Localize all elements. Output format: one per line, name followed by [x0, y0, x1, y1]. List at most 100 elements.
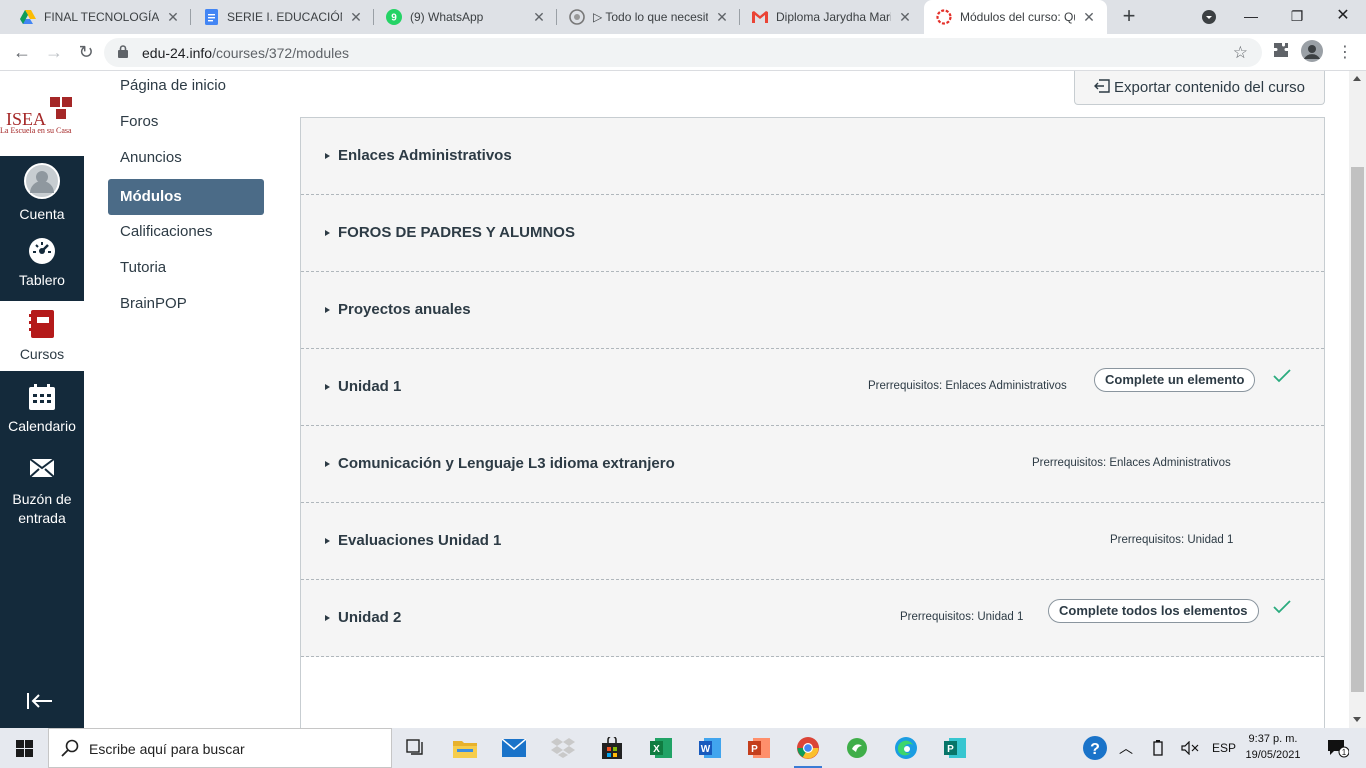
expand-caret-icon: [325, 307, 330, 313]
scroll-down-icon[interactable]: [1353, 717, 1361, 722]
help-icon[interactable]: ?: [1080, 728, 1110, 768]
inbox-icon: [0, 453, 84, 486]
course-navigation: Página de inicio Foros Anuncios Módulos …: [108, 71, 264, 325]
url-text: edu-24.info/courses/372/modules: [142, 45, 350, 61]
taskbar-search-box[interactable]: Escribe aquí para buscar: [48, 728, 392, 768]
browser-tab-active[interactable]: Módulos del curso: Qu ✕: [924, 0, 1107, 34]
tab-title: (9) WhatsApp: [410, 10, 484, 24]
expand-caret-icon: [325, 384, 330, 390]
svg-text:?: ?: [1090, 741, 1100, 758]
course-nav-grades[interactable]: Calificaciones: [108, 217, 264, 253]
close-tab-icon[interactable]: ✕: [897, 9, 913, 26]
browser-tab[interactable]: 9 (9) WhatsApp ✕: [374, 0, 557, 34]
module-title: Unidad 2: [338, 609, 402, 626]
expand-caret-icon: [325, 538, 330, 544]
module-header[interactable]: Unidad 1 Prerrequisitos: Enlaces Adminis…: [301, 349, 1324, 426]
gnav-item-account[interactable]: Cuenta: [0, 163, 84, 225]
course-nav-brainpop[interactable]: BrainPOP: [108, 289, 264, 325]
export-button-label: Exportar contenido del curso: [1114, 79, 1305, 96]
collapse-nav-icon[interactable]: [26, 691, 54, 717]
taskbar-clock[interactable]: 9:37 p. m. 19/05/2021: [1238, 731, 1308, 763]
page-scrollbar[interactable]: [1349, 71, 1366, 728]
course-nav-tutoring[interactable]: Tutoria: [108, 253, 264, 289]
tab-search-icon[interactable]: [1186, 0, 1232, 34]
mail-icon[interactable]: [490, 728, 538, 768]
microsoft-store-icon[interactable]: [588, 728, 636, 768]
tab-title: ▷ Todo lo que necesit: [593, 10, 708, 24]
gnav-item-label: Cursos: [19, 346, 65, 362]
modules-list: Enlaces Administrativos FOROS DE PADRES …: [300, 117, 1325, 728]
publisher-icon[interactable]: P: [931, 728, 979, 768]
maximize-icon[interactable]: ❐: [1274, 0, 1320, 34]
module-header[interactable]: Evaluaciones Unidad 1 Prerrequisitos: Un…: [301, 503, 1324, 580]
chevron-up-icon[interactable]: ︿: [1114, 728, 1138, 768]
scrollbar-thumb[interactable]: [1351, 167, 1364, 692]
new-tab-button[interactable]: +: [1116, 4, 1142, 30]
forward-icon[interactable]: →: [40, 39, 68, 67]
word-icon[interactable]: W: [686, 728, 734, 768]
address-bar[interactable]: edu-24.info/courses/372/modules ☆: [104, 38, 1262, 67]
module-header[interactable]: Enlaces Administrativos: [301, 118, 1324, 195]
gnav-item-calendar[interactable]: Calendario: [0, 383, 84, 445]
close-tab-icon[interactable]: ✕: [531, 9, 547, 26]
extensions-icon[interactable]: [1270, 42, 1292, 64]
close-tab-icon[interactable]: ✕: [714, 9, 730, 26]
notifications-icon[interactable]: 1: [1318, 728, 1358, 768]
module-header[interactable]: FOROS DE PADRES Y ALUMNOS: [301, 195, 1324, 272]
gnav-item-courses[interactable]: Cursos: [0, 301, 84, 371]
close-tab-icon[interactable]: ✕: [1081, 9, 1097, 26]
back-icon[interactable]: ←: [8, 39, 36, 67]
module-header[interactable]: Comunicación y Lenguaje L3 idioma extran…: [301, 426, 1324, 503]
edge-icon[interactable]: [882, 728, 930, 768]
powerpoint-icon[interactable]: P: [735, 728, 783, 768]
browser-tab[interactable]: SERIE I. EDUCACIÓN A ✕: [191, 0, 374, 34]
reload-icon[interactable]: ↻: [72, 39, 100, 67]
browser-tab[interactable]: FINAL TECNOLOGÍA 20 ✕: [8, 0, 191, 34]
minimize-icon[interactable]: —: [1228, 0, 1274, 34]
logo-tagline: La Escuela en su Casa: [0, 126, 72, 135]
browser-toolbar: ← → ↻ edu-24.info/courses/372/modules ☆ …: [0, 34, 1366, 71]
gnav-item-dashboard[interactable]: Tablero: [0, 237, 84, 299]
lock-icon[interactable]: [118, 45, 128, 63]
google-drive-icon: [20, 9, 36, 25]
tab-title: Módulos del curso: Qu: [960, 10, 1075, 24]
file-explorer-icon[interactable]: [441, 728, 489, 768]
dashboard-icon: [0, 237, 84, 268]
bookmark-star-icon[interactable]: ☆: [1233, 43, 1248, 63]
close-tab-icon[interactable]: ✕: [165, 9, 181, 26]
volume-muted-icon[interactable]: [1178, 728, 1202, 768]
module-prerequisites: Prerrequisitos: Unidad 1: [1110, 534, 1234, 546]
isea-logo[interactable]: ISEA La Escuela en su Casa: [0, 71, 84, 156]
close-tab-icon[interactable]: ✕: [348, 9, 364, 26]
course-nav-modules[interactable]: Módulos: [108, 179, 264, 215]
google-docs-icon: [203, 9, 219, 25]
windows-start-icon[interactable]: [0, 728, 48, 768]
excel-icon[interactable]: X: [637, 728, 685, 768]
scroll-up-icon[interactable]: [1353, 76, 1361, 81]
course-nav-home[interactable]: Página de inicio: [108, 71, 264, 107]
export-course-content-button[interactable]: Exportar contenido del curso: [1074, 71, 1325, 105]
export-icon: [1094, 78, 1110, 97]
module-header[interactable]: Unidad 2 Prerrequisitos: Unidad 1 Comple…: [301, 580, 1324, 657]
task-view-icon[interactable]: [392, 728, 440, 768]
expand-caret-icon: [325, 461, 330, 467]
expand-caret-icon: [325, 230, 330, 236]
language-indicator[interactable]: ESP: [1207, 728, 1241, 768]
browser-tab[interactable]: Diploma Jarydha Mari ✕: [740, 0, 923, 34]
gnav-item-inbox[interactable]: Buzón de entrada: [0, 453, 84, 533]
course-nav-announcements[interactable]: Anuncios: [108, 143, 264, 179]
course-nav-forums[interactable]: Foros: [108, 107, 264, 143]
close-window-icon[interactable]: ✕: [1320, 0, 1366, 34]
svg-text:W: W: [701, 744, 711, 755]
browser-tab[interactable]: ▷ Todo lo que necesit ✕: [557, 0, 740, 34]
chrome-icon[interactable]: [784, 728, 832, 768]
dropbox-icon[interactable]: [539, 728, 587, 768]
module-header[interactable]: Proyectos anuales: [301, 272, 1324, 349]
app-icon[interactable]: [833, 728, 881, 768]
chrome-menu-icon[interactable]: ⋮: [1334, 42, 1356, 64]
module-title: FOROS DE PADRES Y ALUMNOS: [338, 224, 575, 241]
profile-avatar-icon[interactable]: [1301, 40, 1323, 62]
windows-taskbar: Escribe aquí para buscar X W P P ? ︿ ESP…: [0, 728, 1366, 768]
battery-icon[interactable]: [1146, 728, 1170, 768]
svg-text:P: P: [751, 744, 758, 755]
